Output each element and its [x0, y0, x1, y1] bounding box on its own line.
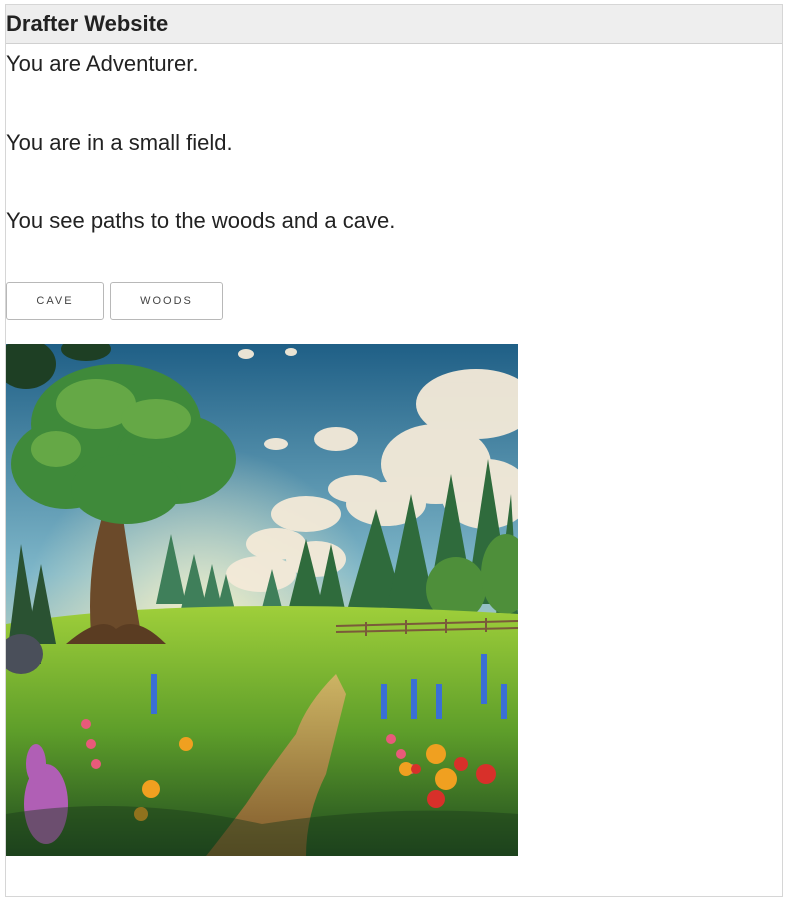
woods-button[interactable]: WOODS: [110, 282, 223, 320]
page-frame: Drafter Website You are Adventurer. You …: [5, 4, 783, 897]
paths-text: You see paths to the woods and a cave.: [6, 208, 396, 233]
site-title: Drafter Website: [6, 11, 169, 36]
player-name-text: You are Adventurer.: [6, 51, 199, 76]
cave-button[interactable]: CAVE: [6, 282, 104, 320]
meadow-scene-image: [6, 344, 518, 856]
action-buttons: CAVE WOODS: [6, 282, 223, 320]
location-text: You are in a small field.: [6, 130, 233, 155]
site-header: Drafter Website: [6, 5, 782, 44]
